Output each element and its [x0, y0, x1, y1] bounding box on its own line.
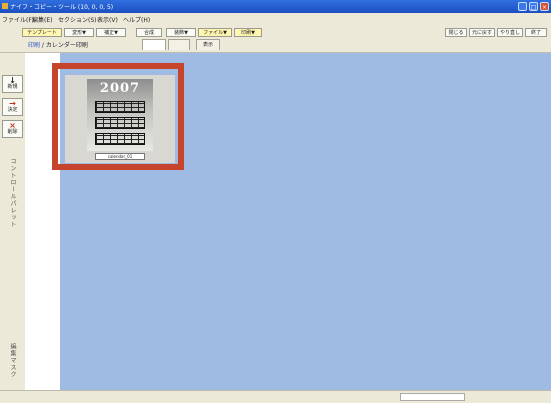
down-arrow-icon: ↓: [9, 76, 16, 85]
composite-button[interactable]: 合成: [136, 28, 162, 37]
correct-button[interactable]: 補正▼: [96, 28, 126, 37]
decorate-button[interactable]: 装飾▼: [166, 28, 196, 37]
tab-view[interactable]: 表示: [196, 39, 220, 50]
exit-button[interactable]: 終了: [525, 28, 547, 37]
menu-help[interactable]: ヘルプ(H): [123, 15, 150, 24]
menu-edit[interactable]: 編集(E): [32, 15, 52, 24]
control-palette-label: コントロールパレット: [9, 158, 16, 228]
right-arrow-icon: →: [9, 99, 16, 108]
mode-prefix: 印刷: [28, 42, 41, 49]
app-icon: [2, 3, 8, 9]
status-bar: [0, 390, 551, 403]
window-title: ナイフ・コピー・ツール (10, 0, 0, 5): [10, 4, 114, 11]
menu-bar: ファイル(F) 編集(E) セクション(S) 表示(V) ヘルプ(H): [0, 13, 551, 24]
delete-icon: ×: [9, 121, 16, 130]
title-bar: ナイフ・コピー・ツール (10, 0, 0, 5) _ □ ×: [0, 0, 551, 13]
menu-view[interactable]: 表示(V): [97, 15, 118, 24]
mode-title: カレンダー印刷: [45, 42, 88, 49]
redo-button[interactable]: やり直し: [497, 28, 523, 37]
maximize-button[interactable]: □: [529, 2, 538, 11]
template-button[interactable]: テンプレート: [22, 28, 62, 37]
tab-1[interactable]: [142, 39, 166, 50]
menu-file[interactable]: ファイル(F): [2, 15, 34, 24]
edit-mask-label: 編集マスク: [9, 343, 16, 378]
menu-section[interactable]: セクション(S): [58, 15, 97, 24]
confirm-label: 決定: [7, 107, 18, 113]
mode-label: 印刷 / カレンダー印刷: [28, 42, 88, 49]
delete-label: 削除: [7, 129, 18, 135]
control-palette: ↓ 新規 → 決定 × 削除 コントロールパレット 編集マスク: [0, 53, 26, 390]
toolbar: テンプレート 変形▼ 補正▼ 合成 装飾▼ ファイル▼ 印刷▼ 閉じる 元に戻す…: [0, 24, 551, 53]
undo-button[interactable]: 元に戻す: [469, 28, 495, 37]
tab-2[interactable]: [168, 39, 190, 50]
new-label: 新規: [7, 84, 18, 90]
new-button[interactable]: ↓ 新規: [2, 75, 23, 93]
file-button[interactable]: ファイル▼: [198, 28, 232, 37]
minimize-button[interactable]: _: [518, 2, 527, 11]
close-button[interactable]: ×: [540, 2, 549, 11]
confirm-button[interactable]: → 決定: [2, 98, 23, 116]
close-doc-button[interactable]: 閉じる: [445, 28, 467, 37]
highlight-box: [52, 63, 184, 170]
delete-button[interactable]: × 削除: [2, 120, 23, 138]
status-field: [400, 393, 465, 401]
transform-button[interactable]: 変形▼: [64, 28, 94, 37]
print-button[interactable]: 印刷▼: [234, 28, 262, 37]
